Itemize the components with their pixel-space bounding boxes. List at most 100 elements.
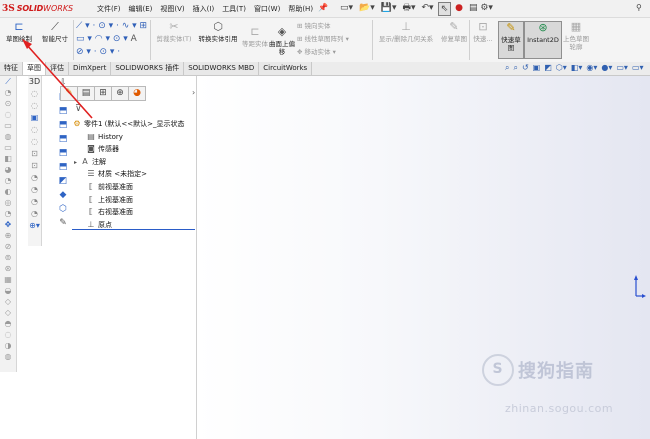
tab-sketch[interactable]: 草图 [23, 62, 46, 75]
pin-icon[interactable]: 📌 [318, 3, 328, 12]
menu-view[interactable]: 视图(V) [156, 4, 188, 14]
tab-solidworks-mbd[interactable]: SOLIDWORKS MBD [184, 62, 260, 75]
feature-tree-tab-icon[interactable]: ✎ [60, 86, 78, 101]
trim-button[interactable]: ✂ 剪裁实体(T) [152, 21, 196, 44]
appearance-icon[interactable]: ●▾ [601, 63, 612, 73]
tool-icon[interactable]: ◑ [0, 340, 16, 351]
menu-edit[interactable]: 编辑(E) [125, 4, 157, 14]
previous-view-icon[interactable]: ↺ [522, 63, 529, 73]
tool-icon[interactable]: ◌ [28, 124, 41, 136]
tab-evaluate[interactable]: 评估 [46, 62, 69, 75]
tree-item-top-plane[interactable]: ⟦ 上视基准面 [72, 194, 196, 207]
display-style-icon[interactable]: ◧▾ [571, 63, 583, 73]
tool-icon[interactable]: ◔ [0, 175, 16, 186]
rapid-sketch-button[interactable]: ✎ 快速草图 [498, 21, 524, 59]
tree-item-annotations[interactable]: ▸ A 注解 [72, 156, 196, 169]
tree-root[interactable]: ⚙ 零件1 (默认<<默认>_显示状态 [72, 118, 196, 131]
select-icon[interactable]: ⇖ [437, 2, 452, 16]
tool-icon[interactable]: ◇ [0, 307, 16, 318]
tool-icon[interactable]: ◌ [28, 88, 41, 100]
tool-icon[interactable]: ◩ [56, 174, 70, 188]
tool-icon[interactable]: ◌ [28, 136, 41, 148]
tool-icon[interactable]: ⬒ [56, 118, 70, 132]
tool-icon[interactable]: ✎ [56, 216, 70, 230]
tool-icon[interactable]: ▭ [0, 120, 16, 131]
menu-help[interactable]: 帮助(H) [284, 4, 317, 14]
tool-icon[interactable]: ▦ [0, 274, 16, 285]
tool-icon[interactable]: ◕ [0, 164, 16, 175]
tool-icon[interactable]: ⊡ [28, 160, 41, 172]
print-icon[interactable]: 🖶▾ [401, 2, 418, 14]
move-entities-button[interactable]: ✥ 移动实体 ▾ [297, 46, 349, 59]
tool-icon[interactable]: ◎ [0, 197, 16, 208]
tool-icon[interactable]: ⊘ [0, 241, 16, 252]
menu-tools[interactable]: 工具(T) [218, 4, 250, 14]
repair-sketch-button[interactable]: ✎ 修复草图 [440, 21, 468, 44]
tool-icon[interactable]: ◔ [28, 208, 41, 220]
tool-icon[interactable]: ◌ [0, 329, 16, 340]
tool-icon[interactable]: ◧ [0, 153, 16, 164]
tool-icon[interactable]: ⊙ [0, 98, 16, 109]
tool-icon[interactable]: ⊕▾ [28, 220, 41, 232]
tool-icon[interactable]: ◐ [0, 186, 16, 197]
tool-icon[interactable]: ◌ [0, 109, 16, 120]
tool-icon[interactable]: ▣ [28, 112, 41, 124]
hide-show-icon[interactable]: ◉▾ [586, 63, 597, 73]
menu-insert[interactable]: 插入(I) [189, 4, 219, 14]
property-manager-tab-icon[interactable]: ▤ [78, 86, 95, 101]
3d-sketch-icon[interactable]: 3D [28, 76, 41, 88]
surface-offset-button[interactable]: ◈ 曲面上偏移 [268, 26, 296, 57]
tab-solidworks-addins[interactable]: SOLIDWORKS 插件 [111, 62, 185, 75]
menu-window[interactable]: 窗口(W) [250, 4, 284, 14]
tool-icon[interactable]: ⬒ [56, 160, 70, 174]
tab-features[interactable]: 特征 [0, 62, 23, 75]
tool-icon[interactable]: ◔ [0, 87, 16, 98]
search-icon[interactable]: ⚲ [636, 3, 642, 12]
options-icon[interactable]: ▤ ⚙▾ [467, 2, 495, 14]
tool-icon[interactable]: ⊛ [0, 263, 16, 274]
tool-icon[interactable]: ◒ [0, 285, 16, 296]
zoom-area-icon[interactable]: ⌕ [513, 63, 517, 73]
zoom-fit-icon[interactable]: ⌕ [505, 63, 509, 73]
tool-icon[interactable]: ⬡ [56, 202, 70, 216]
sketch-button[interactable]: ⊏ 草图绘制 [2, 21, 36, 44]
tool-icon[interactable]: ⬒ [56, 146, 70, 160]
save-icon[interactable]: 💾▾ [379, 2, 399, 14]
tool-icon[interactable]: ⊚ [0, 252, 16, 263]
tool-icon[interactable]: ⊡ [28, 148, 41, 160]
quick-snaps-button[interactable]: ⊡ 快速... [470, 21, 496, 44]
relations-button[interactable]: ⊥ 显示/删除几何关系 [373, 21, 439, 44]
smart-dimension-button[interactable]: ⟋ 智能尺寸 [38, 21, 72, 44]
tool-icon[interactable]: ◆ [56, 188, 70, 202]
configuration-manager-tab-icon[interactable]: ⊞ [95, 86, 112, 101]
tool-icon[interactable]: ◌ [28, 100, 41, 112]
menu-file[interactable]: 文件(F) [93, 4, 125, 14]
expand-arrow-icon[interactable]: › [192, 88, 195, 97]
point-tools-row[interactable]: ⊘ ▾ · ⊙ ▾ · [76, 46, 147, 59]
view-orientation-icon[interactable]: ⬡▾ [556, 63, 567, 73]
tool-icon[interactable]: ⊕ [0, 230, 16, 241]
linear-pattern-button[interactable]: ⊞ 线性草图阵列 ▾ [297, 33, 349, 46]
tree-item-history[interactable]: ▤ History [72, 131, 196, 144]
tree-item-front-plane[interactable]: ⟦ 前视基准面 [72, 181, 196, 194]
traffic-light-icon[interactable]: ● [453, 2, 465, 14]
tree-item-right-plane[interactable]: ⟦ 右视基准面 [72, 206, 196, 219]
tab-circuitworks[interactable]: CircuitWorks [259, 62, 313, 75]
undo-icon[interactable]: ↶▾ [420, 2, 436, 14]
tool-icon[interactable]: ◍ [0, 131, 16, 142]
instant2d-button[interactable]: ⊛ Instant2D [524, 21, 562, 59]
rollback-bar[interactable] [72, 229, 195, 230]
filter-icon[interactable]: ⊽ [75, 104, 82, 114]
tree-item-sensors[interactable]: ◙ 传感器 [72, 143, 196, 156]
tool-icon[interactable]: ◔ [28, 172, 41, 184]
mirror-entities-button[interactable]: ⊞ 镜向实体 [297, 20, 349, 33]
offset-entities-button[interactable]: ⊏ 等距实体 [242, 26, 268, 49]
tool-icon[interactable]: ◓ [0, 318, 16, 329]
tool-icon[interactable]: ◔ [28, 196, 41, 208]
display-manager-tab-icon[interactable]: ◕ [129, 86, 146, 101]
rect-tools-row[interactable]: ▭ ▾ ◠ ▾ ⊙ ▾ A [76, 33, 147, 46]
line-tools-row[interactable]: ⟋ ▾ · ⊙ ▾ · ∿ ▾ ⊞ [76, 20, 147, 33]
tool-icon[interactable]: ◔ [28, 184, 41, 196]
view-settings-icon[interactable]: ▭▾ [632, 63, 644, 73]
tool-icon[interactable]: ◔ [0, 208, 16, 219]
